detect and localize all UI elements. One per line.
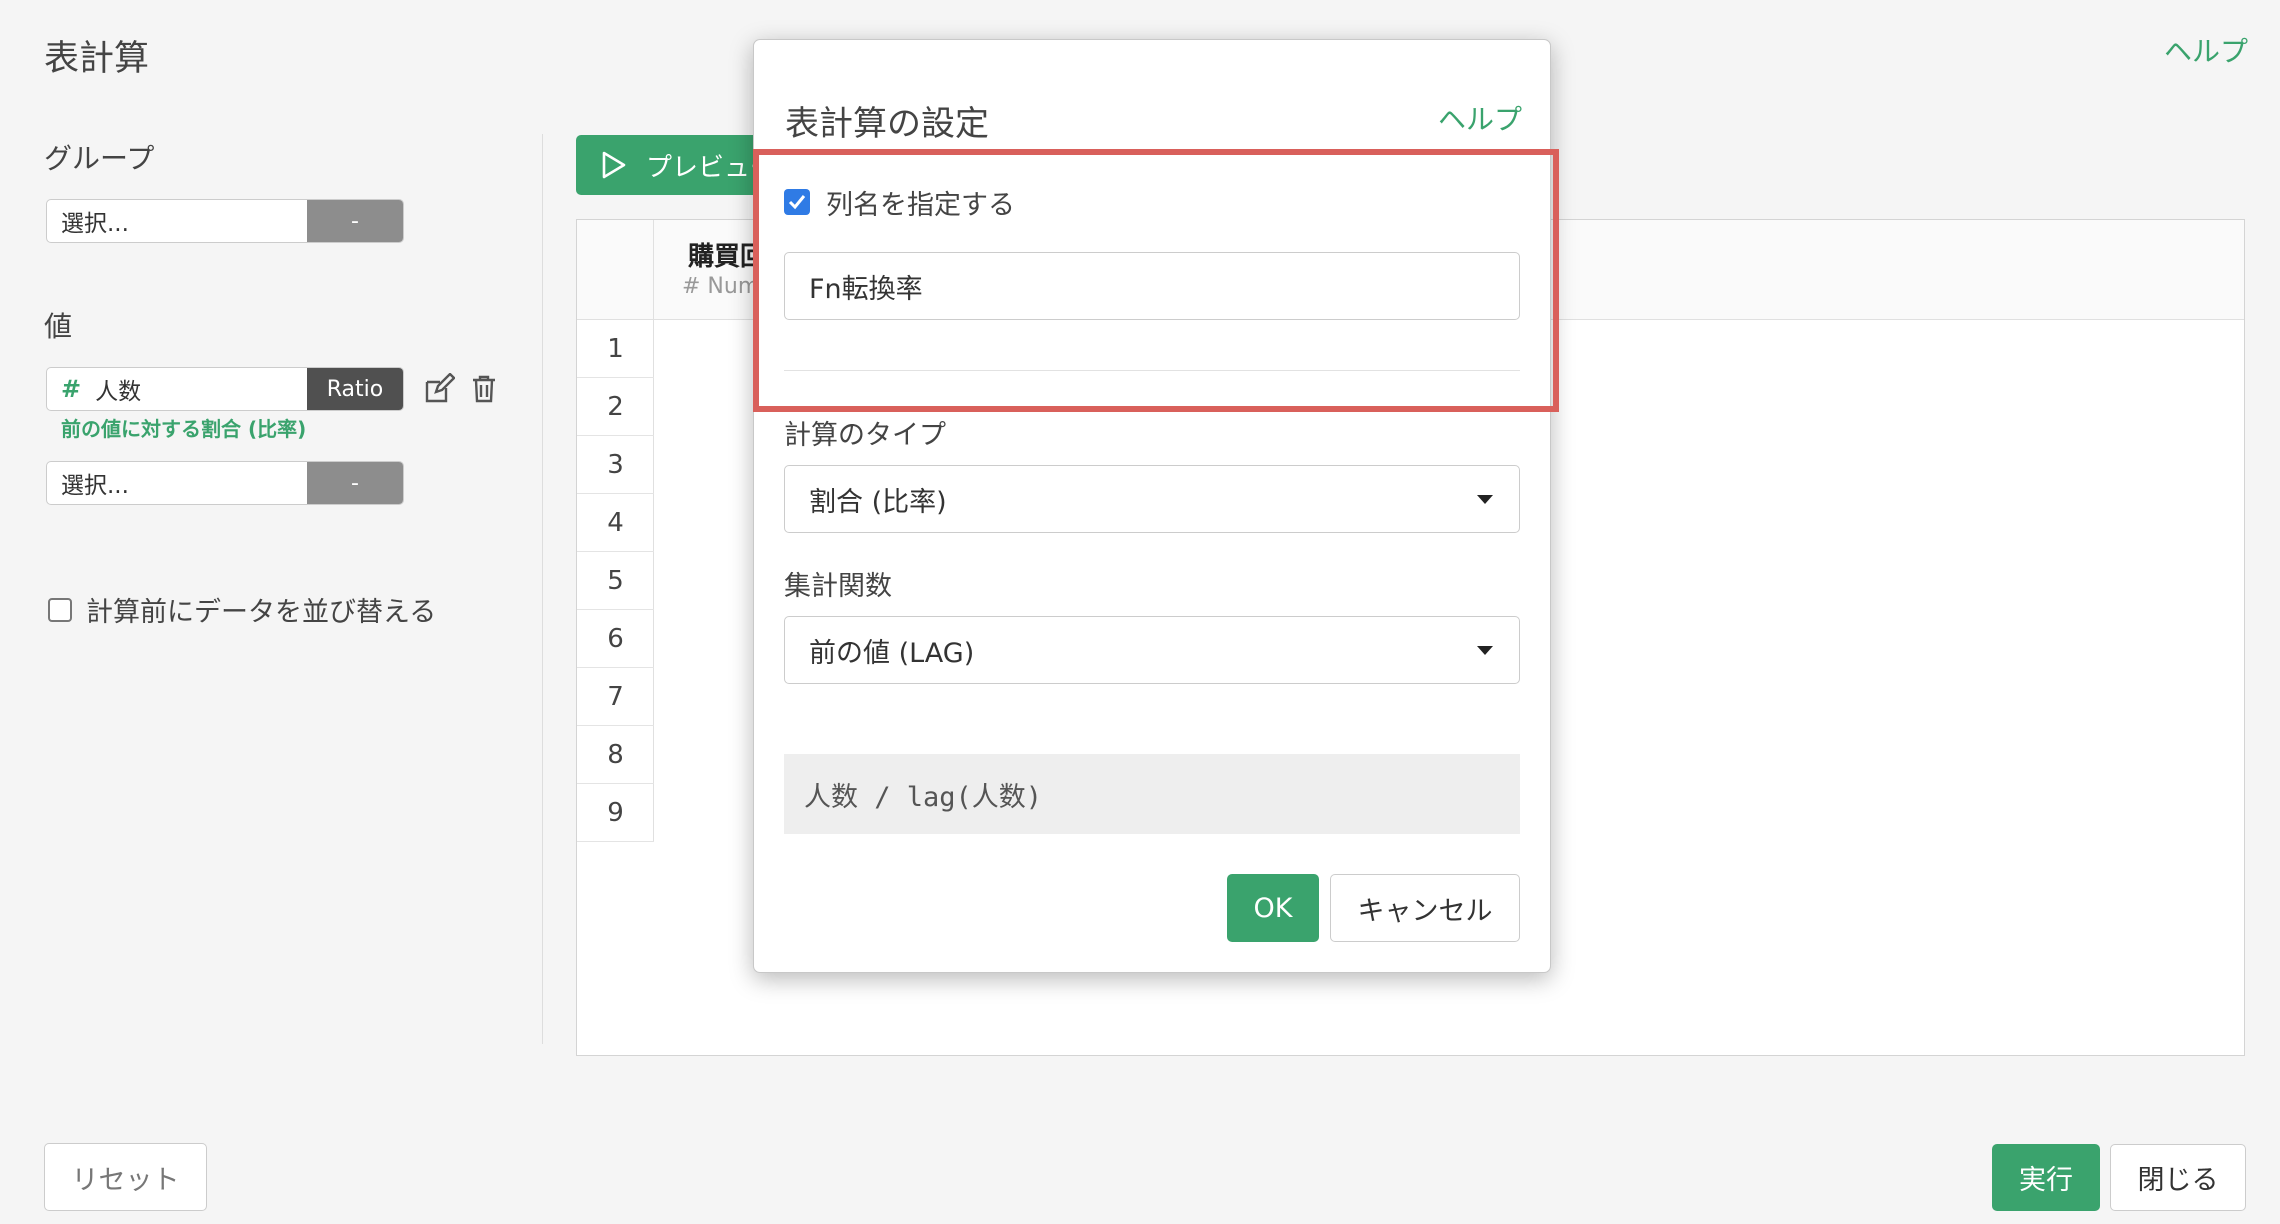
row-number: 9 <box>577 784 654 842</box>
calc-type-value: 割合 (比率) <box>809 486 947 518</box>
play-icon <box>602 151 626 179</box>
agg-func-label: 集計関数 <box>784 571 892 602</box>
ratio-button[interactable]: Ratio <box>307 368 403 410</box>
value-item-column[interactable]: # 人数 <box>47 368 307 410</box>
sort-checkbox-label: 計算前にデータを並び替える <box>86 597 437 628</box>
dialog-title: 表計算の設定 <box>785 104 989 144</box>
row-number: 6 <box>577 610 654 668</box>
value-remove-button[interactable]: - <box>307 462 403 504</box>
calc-type-select[interactable]: 割合 (比率) <box>784 465 1520 533</box>
value-column-name: 人数 <box>95 379 142 405</box>
chevron-down-icon <box>1477 495 1493 504</box>
value-select[interactable]: 選択... - <box>46 461 404 505</box>
row-number: 2 <box>577 378 654 436</box>
row-number: 7 <box>577 668 654 726</box>
column-header-type: # Num <box>682 274 760 299</box>
group-select-placeholder[interactable]: 選択... <box>47 200 307 242</box>
highlight-box <box>753 149 1559 412</box>
row-number: 5 <box>577 552 654 610</box>
reset-button[interactable]: リセット <box>44 1143 207 1211</box>
row-number: 8 <box>577 726 654 784</box>
help-link[interactable]: ヘルプ <box>2164 30 2248 70</box>
group-remove-button[interactable]: - <box>307 200 403 242</box>
trash-icon[interactable] <box>468 373 500 405</box>
page-title: 表計算 <box>44 39 150 79</box>
agg-func-select[interactable]: 前の値 (LAG) <box>784 616 1520 684</box>
edit-icon[interactable] <box>423 373 455 405</box>
calc-type-label: 計算のタイプ <box>784 420 946 451</box>
value-label: 値 <box>44 310 73 343</box>
value-select-placeholder[interactable]: 選択... <box>47 462 307 504</box>
formula-preview: 人数 / lag(人数) <box>784 754 1520 834</box>
row-number: 3 <box>577 436 654 494</box>
chevron-down-icon <box>1477 646 1493 655</box>
run-button[interactable]: 実行 <box>1992 1144 2100 1211</box>
row-number: 1 <box>577 320 654 378</box>
sidebar-divider <box>542 134 543 1044</box>
close-button[interactable]: 閉じる <box>2110 1144 2246 1211</box>
number-type-icon: # <box>61 375 82 403</box>
ok-button[interactable]: OK <box>1227 874 1319 942</box>
cancel-button[interactable]: キャンセル <box>1330 874 1520 942</box>
agg-func-value: 前の値 (LAG) <box>809 637 975 669</box>
value-item[interactable]: # 人数 Ratio <box>46 367 404 411</box>
row-number: 4 <box>577 494 654 552</box>
value-calc-note: 前の値に対する割合 (比率) <box>61 417 307 441</box>
sort-option[interactable]: 計算前にデータを並び替える <box>48 590 436 629</box>
group-label: グループ <box>44 142 155 175</box>
group-select[interactable]: 選択... - <box>46 199 404 243</box>
sort-checkbox[interactable] <box>48 597 72 622</box>
dialog-help-link[interactable]: ヘルプ <box>1438 98 1522 138</box>
